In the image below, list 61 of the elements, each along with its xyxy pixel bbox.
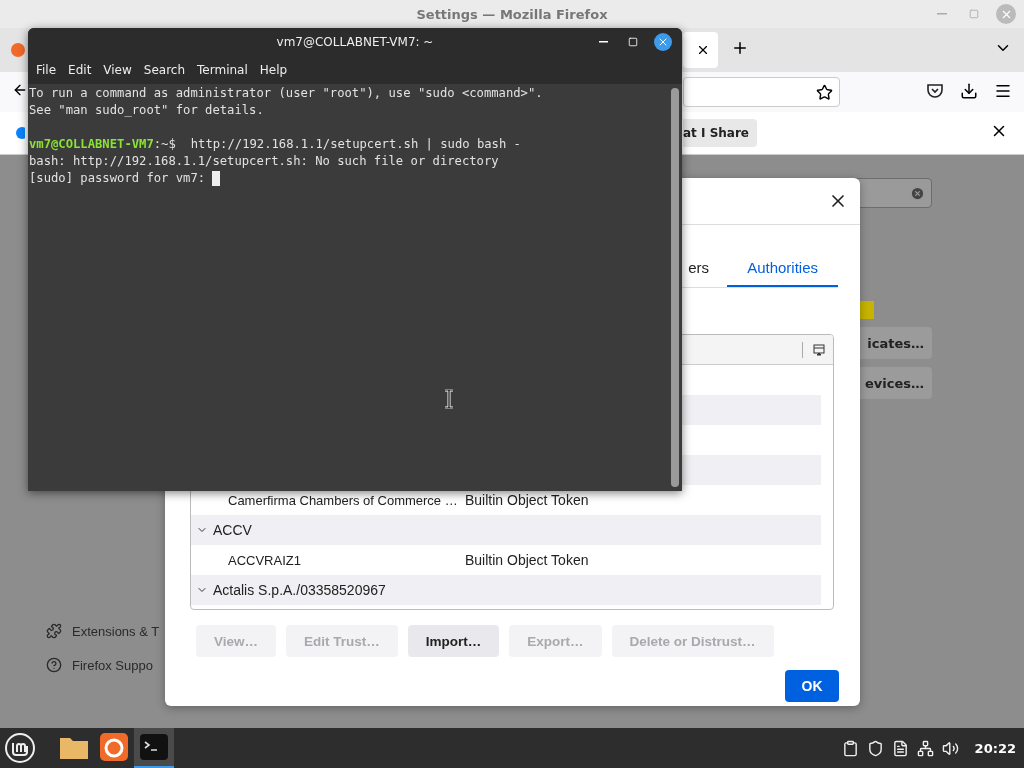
sidebar-item[interactable]: Extensions & T <box>72 623 160 639</box>
minimize-icon <box>598 41 608 43</box>
terminal-line: To run a command as administrator (user "root"), use "sudo <command>". <box>29 85 543 102</box>
sidebar-item[interactable]: Firefox Suppo <box>72 657 153 673</box>
notification-icon <box>15 126 25 140</box>
window-title: Settings — Mozilla Firefox <box>416 6 608 22</box>
help-icon <box>46 657 62 673</box>
document-icon[interactable] <box>891 739 909 757</box>
maximize-icon <box>969 9 979 19</box>
browser-icon <box>100 733 128 761</box>
prompt-path: :~$ <box>153 136 176 153</box>
ok-button[interactable]: OK <box>785 670 839 702</box>
shield-icon[interactable] <box>866 739 884 757</box>
menu-item[interactable]: Search <box>137 63 192 77</box>
close-icon <box>657 36 669 48</box>
token-name: Builtin Object Token <box>465 552 589 568</box>
certificate-name[interactable]: ACCVRAIZ1 <box>228 552 465 568</box>
network-icon[interactable] <box>916 739 934 757</box>
maximize-icon <box>628 37 638 47</box>
command-text: http://192.168.1.1/setupcert.sh | sudo bash - <box>190 136 521 153</box>
browser-icon <box>10 42 26 58</box>
download-icon[interactable] <box>960 82 978 100</box>
minimize-icon <box>937 13 947 15</box>
menu-item[interactable]: File <box>30 63 63 77</box>
prompt-user: vm7@COLLABNET-VM7 <box>29 136 154 153</box>
tab[interactable]: Authorities <box>727 250 838 287</box>
menu-item[interactable]: Help <box>253 63 294 77</box>
menu-icon[interactable] <box>994 82 1012 100</box>
group-name[interactable]: Actalis S.p.A./03358520967 <box>213 582 386 598</box>
column-picker-icon[interactable] <box>813 343 825 356</box>
token-name: Builtin Object Token <box>465 492 589 508</box>
notification-button[interactable]: at I Share <box>683 119 757 147</box>
url-field[interactable] <box>683 77 840 107</box>
taskbar-app[interactable] <box>134 728 174 768</box>
start-menu-icon[interactable] <box>4 732 36 764</box>
dialog-button[interactable]: Import… <box>407 625 500 657</box>
new-tab-icon[interactable] <box>731 39 749 57</box>
close-icon[interactable] <box>696 43 710 57</box>
back-icon[interactable] <box>12 82 28 98</box>
terminal-line: [sudo] password for vm7: <box>29 170 206 187</box>
star-icon[interactable] <box>816 83 833 101</box>
badge <box>860 301 874 319</box>
puzzle-icon <box>46 623 62 639</box>
scrollbar[interactable] <box>671 88 679 487</box>
clock[interactable]: 20:22 <box>974 740 1016 756</box>
terminal-line: bash: http://192.168.1.1/setupcert.sh: No such file or directory <box>29 153 499 170</box>
window-title: vm7@COLLABNET-VM7: ~ <box>276 35 434 49</box>
menu-item[interactable]: View <box>97 63 138 77</box>
group-name[interactable]: ACCV <box>213 522 252 538</box>
certificate-name[interactable]: Camerfirma Chambers of Commerce … <box>228 492 465 508</box>
clear-icon[interactable] <box>910 185 925 201</box>
terminal-line: See "man sudo_root" for details. <box>29 102 264 119</box>
mouse-pointer-icon <box>444 389 454 409</box>
clipboard-icon[interactable] <box>841 739 859 757</box>
menu-item[interactable]: Terminal <box>191 63 254 77</box>
tab[interactable]: ers <box>688 250 728 287</box>
pocket-icon[interactable] <box>926 82 944 100</box>
terminal-icon <box>140 734 168 760</box>
close-button[interactable] <box>654 33 672 51</box>
volume-icon[interactable] <box>941 739 959 757</box>
menu-item[interactable]: Edit <box>62 63 98 77</box>
